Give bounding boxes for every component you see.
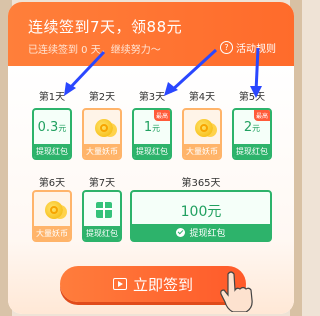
- arrow-icon: [64, 50, 106, 96]
- reward-tile-day4[interactable]: 大量妖币: [182, 108, 222, 160]
- coin-icon: [95, 119, 113, 137]
- reward-footer: 提现红包: [34, 144, 70, 158]
- pointing-hand-icon: [220, 271, 253, 312]
- reward-footer: 大量妖币: [84, 144, 120, 158]
- reward-amount: 2元: [243, 120, 261, 135]
- reward-tile-day5[interactable]: 最高 2元 提现红包: [232, 108, 272, 160]
- reward-footer: 大量妖币: [34, 226, 70, 240]
- reward-tile-day1[interactable]: 0.3元 提现红包: [32, 108, 72, 160]
- gift-icon: [96, 202, 112, 218]
- reward-footer: 提现红包: [134, 144, 170, 158]
- arrow-icon: [164, 48, 218, 96]
- reward-footer: 提现红包: [234, 144, 270, 158]
- reward-amount: 1元: [143, 120, 161, 135]
- big-reward-amount: 100元: [180, 204, 222, 220]
- big-reward-footer: 提现红包: [132, 224, 270, 240]
- reward-tile-day6[interactable]: 大量妖币: [32, 190, 72, 242]
- signin-card: 连续签到7天，领88元 已连续签到 0 天，继续努力～ ? 活动规则 第1天 第…: [8, 2, 294, 314]
- day-label-7: 第7天: [88, 178, 116, 189]
- check-icon: [176, 227, 186, 237]
- reward-amount: 0.3元: [37, 120, 67, 135]
- reward-tile-day2[interactable]: 大量妖币: [82, 108, 122, 160]
- day-label-365: 第365天: [181, 178, 221, 189]
- coin-icon: [45, 201, 63, 219]
- reward-footer: 提现红包: [84, 226, 120, 240]
- big-reward-footer-label: 提现红包: [189, 228, 226, 239]
- arrow-icon: [250, 47, 262, 98]
- reward-tile-day7[interactable]: 提现红包: [82, 190, 122, 242]
- reward-footer: 大量妖币: [184, 144, 220, 158]
- coin-icon: [195, 119, 213, 137]
- play-icon: [112, 278, 127, 290]
- reward-tile-day365[interactable]: 100元 提现红包: [130, 190, 272, 242]
- question-icon: ?: [220, 41, 233, 54]
- reward-tile-day3[interactable]: 最高 1元 提现红包: [132, 108, 172, 160]
- day-label-6: 第6天: [38, 178, 66, 189]
- card-title: 连续签到7天，领88元: [28, 18, 183, 36]
- signin-button-label: 立即签到: [132, 275, 193, 294]
